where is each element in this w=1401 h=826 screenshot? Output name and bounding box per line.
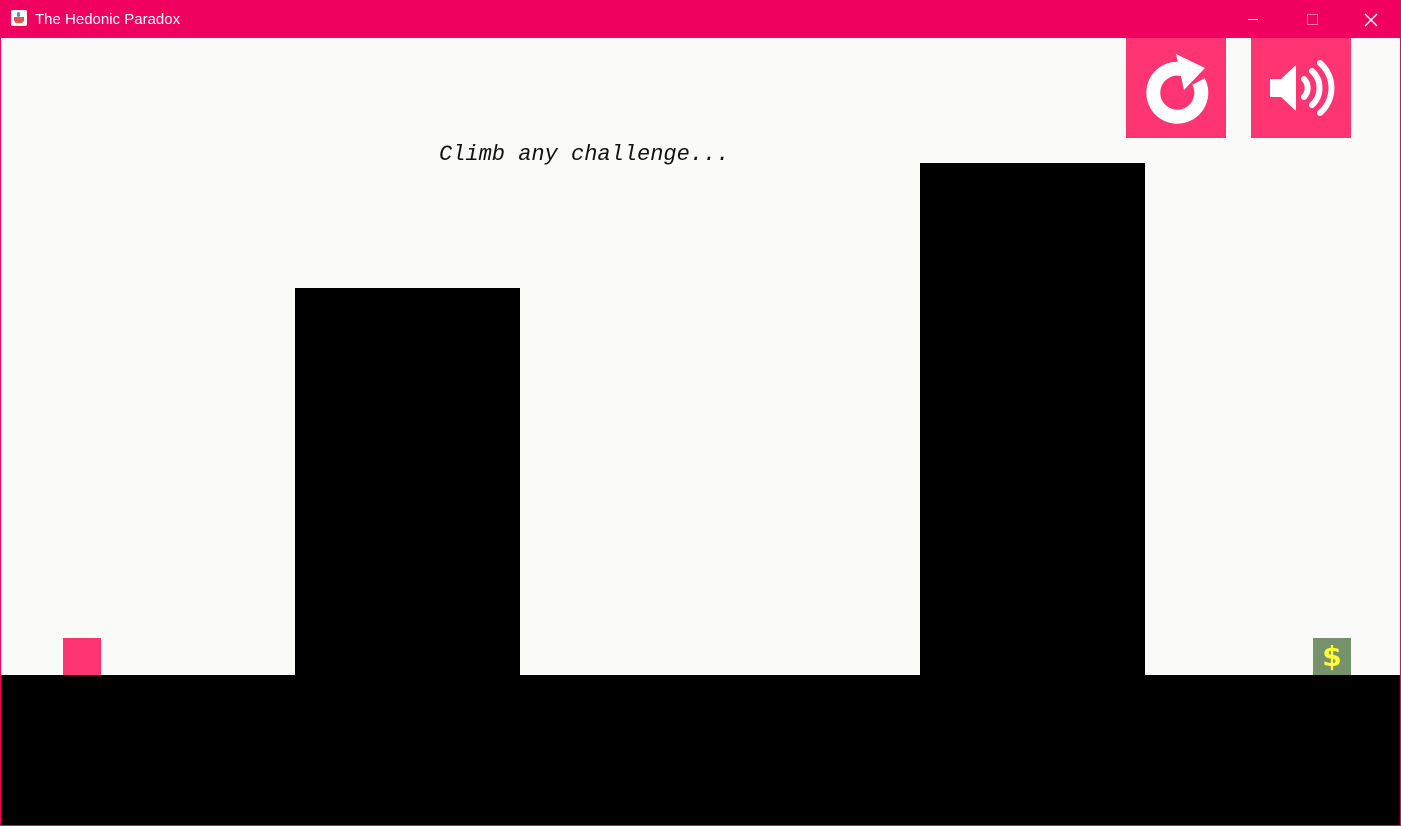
speaker-volume-icon	[1270, 60, 1335, 116]
game-canvas[interactable]: Climb any challenge... $	[1, 38, 1400, 825]
goal-dollar-block: $	[1313, 638, 1351, 675]
restart-button[interactable]	[1126, 38, 1226, 138]
minimize-button[interactable]	[1224, 1, 1282, 38]
app-icon-cup	[14, 17, 24, 23]
maximize-icon	[1306, 14, 1318, 25]
java-coffee-cup-icon	[11, 10, 27, 26]
terrain-pillar-left	[295, 288, 520, 676]
minimize-icon	[1248, 19, 1258, 20]
window-title: The Hedonic Paradox	[35, 11, 181, 28]
game-window: The Hedonic Paradox Climb any challenge.…	[0, 0, 1401, 826]
close-icon	[1364, 13, 1378, 26]
close-button[interactable]	[1342, 1, 1400, 38]
terrain-ground	[1, 675, 1400, 825]
restart-icon	[1146, 54, 1209, 124]
title-bar[interactable]: The Hedonic Paradox	[1, 1, 1400, 38]
sound-button[interactable]	[1251, 38, 1351, 138]
terrain-pillar-right	[920, 163, 1145, 676]
level-hint-text: Climb any challenge...	[439, 142, 730, 167]
maximize-button[interactable]	[1283, 1, 1341, 38]
player-block	[63, 638, 101, 675]
